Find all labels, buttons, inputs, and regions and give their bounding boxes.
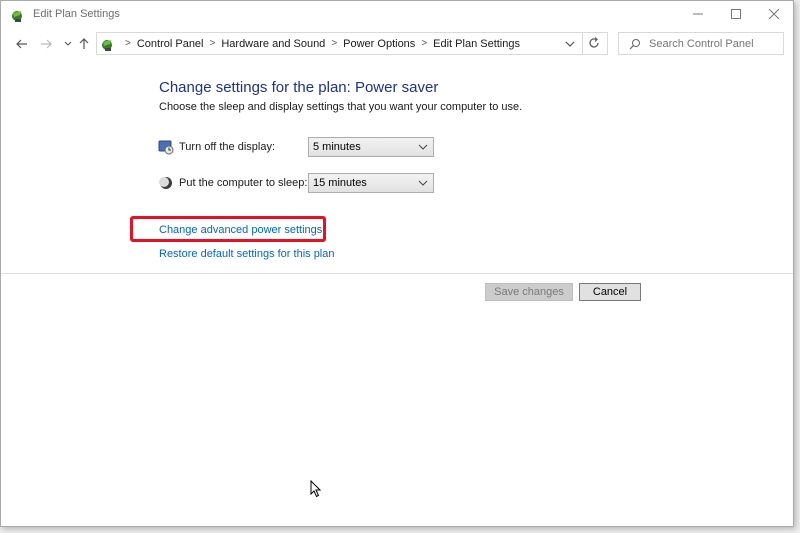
search-icon bbox=[629, 38, 640, 49]
refresh-icon[interactable] bbox=[587, 36, 601, 50]
page-heading: Change settings for the plan: Power save… bbox=[159, 79, 439, 96]
maximize-icon bbox=[731, 9, 741, 19]
sleep-moon-icon bbox=[159, 177, 172, 189]
page-subtext: Choose the sleep and display settings th… bbox=[159, 101, 523, 113]
display-icon bbox=[158, 140, 174, 155]
chevron-down-icon bbox=[418, 144, 428, 150]
breadcrumb-separator: > bbox=[209, 38, 216, 49]
navigation-row: > Control Panel > Hardware and Sound > P… bbox=[1, 29, 793, 59]
display-timeout-value: 5 minutes bbox=[313, 141, 361, 153]
chevron-down-icon bbox=[418, 180, 428, 186]
chevron-down-icon bbox=[64, 41, 72, 46]
cancel-button[interactable]: Cancel bbox=[579, 283, 641, 301]
forward-button[interactable] bbox=[37, 35, 55, 53]
address-dropdown-icon[interactable] bbox=[563, 37, 577, 51]
edit-plan-settings-window: Edit Plan Settings > Control Panel > Har… bbox=[0, 0, 794, 527]
address-bar[interactable]: > Control Panel > Hardware and Sound > P… bbox=[96, 32, 608, 55]
display-timeout-label: Turn off the display: bbox=[179, 141, 275, 153]
breadcrumb-hardware-and-sound[interactable]: Hardware and Sound bbox=[221, 38, 325, 50]
window-title: Edit Plan Settings bbox=[33, 8, 120, 20]
back-button[interactable] bbox=[13, 35, 31, 53]
title-bar: Edit Plan Settings bbox=[1, 1, 793, 29]
sleep-timeout-select[interactable]: 15 minutes bbox=[308, 173, 434, 193]
up-button[interactable] bbox=[75, 35, 93, 53]
arrow-left-icon bbox=[16, 39, 27, 49]
breadcrumb-separator: > bbox=[331, 38, 338, 49]
save-changes-button[interactable]: Save changes bbox=[485, 283, 573, 301]
close-icon bbox=[769, 9, 779, 19]
sleep-timeout-label: Put the computer to sleep: bbox=[179, 177, 308, 189]
close-button[interactable] bbox=[755, 1, 793, 27]
breadcrumb-power-options[interactable]: Power Options bbox=[343, 38, 415, 50]
address-divider bbox=[582, 33, 583, 54]
mouse-cursor-icon bbox=[310, 480, 322, 498]
search-input[interactable] bbox=[649, 37, 779, 50]
power-options-icon bbox=[12, 11, 22, 22]
display-timeout-select[interactable]: 5 minutes bbox=[308, 137, 434, 157]
content-divider bbox=[1, 273, 793, 274]
restore-default-settings-link[interactable]: Restore default settings for this plan bbox=[159, 248, 334, 260]
control-panel-icon bbox=[102, 39, 112, 51]
minimize-icon bbox=[693, 13, 703, 15]
arrow-up-icon bbox=[79, 38, 89, 49]
breadcrumb-control-panel[interactable]: Control Panel bbox=[137, 38, 204, 50]
search-box[interactable] bbox=[618, 32, 784, 55]
change-advanced-power-settings-link[interactable]: Change advanced power settings bbox=[159, 224, 322, 236]
maximize-button[interactable] bbox=[717, 1, 755, 27]
minimize-button[interactable] bbox=[679, 1, 717, 27]
breadcrumb-edit-plan-settings[interactable]: Edit Plan Settings bbox=[433, 38, 520, 50]
breadcrumb-separator: > bbox=[125, 38, 131, 49]
arrow-right-icon bbox=[41, 39, 52, 49]
breadcrumb-separator: > bbox=[421, 38, 428, 49]
sleep-timeout-value: 15 minutes bbox=[313, 177, 367, 189]
